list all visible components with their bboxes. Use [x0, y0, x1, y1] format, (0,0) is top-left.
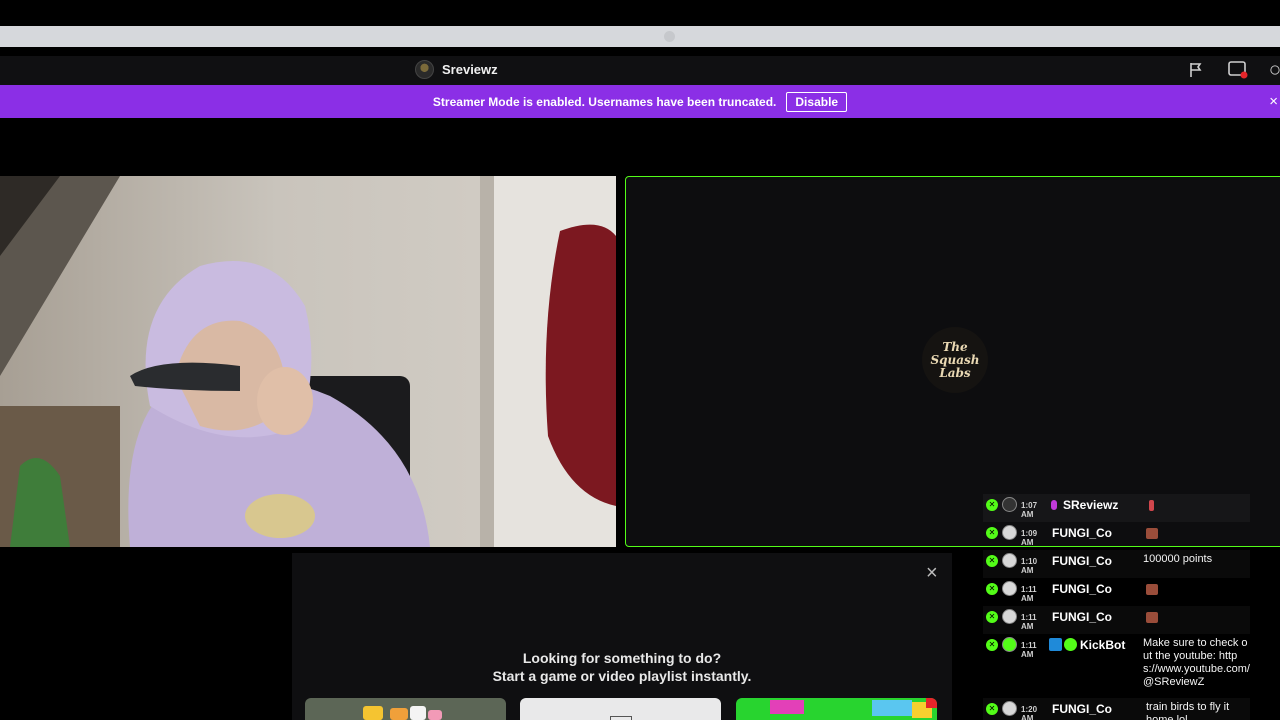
verified-badge-icon: ✕	[986, 611, 998, 623]
verified-badge-icon: ✕	[986, 583, 998, 595]
chat-emote	[1149, 500, 1154, 511]
chat-username[interactable]: FUNGI_Co	[1052, 526, 1112, 540]
channel-name: Sreviewz	[442, 62, 498, 77]
chat-message: ✕ 1:11 AM KickBot Make sure to check out…	[983, 634, 1250, 698]
webcam-video[interactable]	[0, 176, 616, 547]
chat-username[interactable]: KickBot	[1080, 638, 1125, 652]
verified-badge-icon: ✕	[986, 555, 998, 567]
top-bar: Sreviewz	[0, 56, 1280, 85]
user-avatar	[1002, 609, 1017, 624]
chat-message: ✕ 1:11 AM FUNGI_Co	[983, 606, 1250, 634]
user-avatar	[1002, 497, 1017, 512]
chat-time: 1:07 AM	[1021, 501, 1038, 519]
user-avatar	[1002, 637, 1017, 652]
banner-message: Streamer Mode is enabled. Usernames have…	[432, 94, 777, 109]
close-icon[interactable]: ×	[1269, 93, 1278, 110]
chat-overlay: ✕ 1:07 AM SReviewz ✕ 1:09 AM FUNGI_Co ✕ …	[983, 494, 1250, 720]
settings-icon[interactable]	[1270, 60, 1280, 80]
chat-time: 1:11 AM	[1021, 641, 1037, 659]
verified-badge-icon: ✕	[986, 639, 998, 651]
verified-badge-icon: ✕	[986, 499, 998, 511]
verified-badge-icon: ✕	[986, 703, 998, 715]
chat-username[interactable]: FUNGI_Co	[1052, 554, 1112, 568]
chat-message: ✕ 1:07 AM SReviewz	[983, 494, 1250, 522]
flag-icon[interactable]	[1186, 60, 1206, 80]
bot-badge-icon	[1049, 638, 1062, 651]
webcam-scene	[0, 176, 616, 547]
activity-launcher: × Looking for something to do? Start a g…	[292, 553, 952, 720]
chat-time: 1:11 AM	[1021, 585, 1037, 603]
user-avatar	[1002, 553, 1017, 568]
activity-card-2[interactable]	[520, 698, 721, 720]
streamer-mode-banner: Streamer Mode is enabled. Usernames have…	[0, 85, 1280, 118]
disable-button[interactable]: Disable	[786, 91, 848, 112]
user-avatar	[1002, 581, 1017, 596]
close-icon[interactable]: ×	[926, 562, 938, 585]
chat-time: 1:09 AM	[1021, 529, 1038, 547]
chat-text: train birds to fly it home lol	[1146, 701, 1230, 720]
verified-badge-icon: ✕	[986, 527, 998, 539]
activity-title: Looking for something to do? Start a gam…	[292, 649, 952, 685]
browser-address-strip	[0, 26, 1280, 47]
chat-message: ✕ 1:11 AM FUNGI_Co	[983, 578, 1250, 606]
chat-text: 100000 points	[1143, 553, 1213, 565]
user-avatar	[1002, 525, 1017, 540]
chat-message: ✕ 1:09 AM FUNGI_Co	[983, 522, 1250, 550]
chat-emote	[1146, 612, 1158, 623]
game-panel[interactable]: The Squash Labs	[625, 176, 1280, 547]
verified-badge-icon	[1064, 638, 1077, 651]
chat-message: ✕ 1:20 AM FUNGI_Co train birds to fly it…	[983, 698, 1250, 720]
mic-icon	[1051, 500, 1057, 510]
chat-time: 1:20 AM	[1021, 705, 1038, 720]
chat-message: ✕ 1:10 AM FUNGI_Co 100000 points	[983, 550, 1250, 578]
chat-username[interactable]: FUNGI_Co	[1052, 582, 1112, 596]
activity-title-line1: Looking for something to do?	[522, 650, 722, 666]
squash-labs-logo: The Squash Labs	[922, 327, 988, 393]
chat-username[interactable]: FUNGI_Co	[1052, 702, 1112, 716]
activity-card-3[interactable]	[736, 698, 937, 720]
chat-emote	[1146, 528, 1158, 539]
chat-time: 1:10 AM	[1021, 557, 1038, 575]
activity-title-line2: Start a game or video playlist instantly…	[492, 668, 752, 684]
user-avatar	[1002, 701, 1017, 716]
channel-info[interactable]: Sreviewz	[415, 60, 498, 79]
chat-username[interactable]: FUNGI_Co	[1052, 610, 1112, 624]
theatre-mode-icon[interactable]	[1228, 60, 1248, 80]
channel-avatar	[415, 60, 434, 79]
activity-card-1[interactable]	[305, 698, 506, 720]
chat-username[interactable]: SReviewz	[1063, 498, 1118, 512]
browser-indicator-dot	[664, 31, 675, 42]
top-bar-actions	[1186, 60, 1280, 80]
chat-emote	[1146, 584, 1158, 595]
chat-text: Make sure to check out the youtube: http…	[1143, 637, 1250, 688]
chat-time: 1:11 AM	[1021, 613, 1037, 631]
